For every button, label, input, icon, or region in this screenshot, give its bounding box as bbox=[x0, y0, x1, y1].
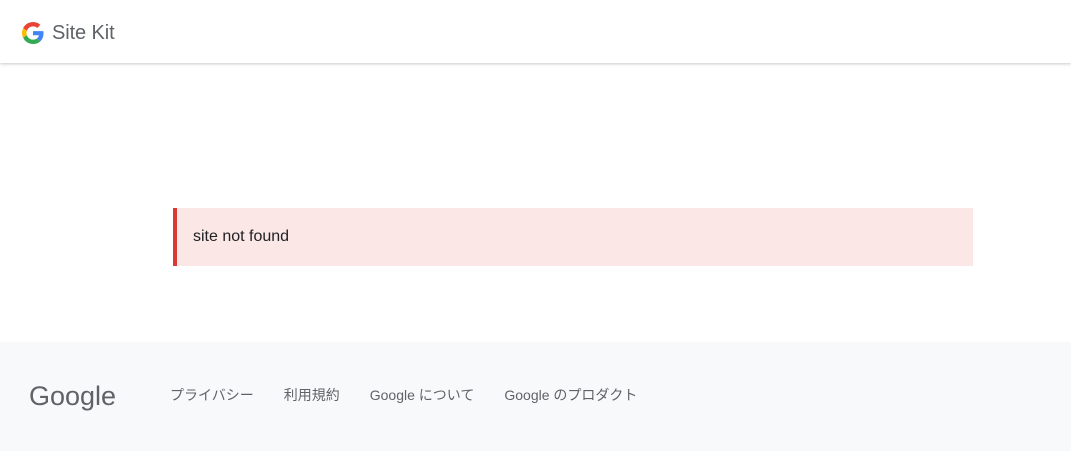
google-g-icon bbox=[22, 22, 44, 44]
main-content: site not found bbox=[0, 63, 1071, 342]
google-logo-link[interactable]: Google bbox=[29, 381, 119, 413]
site-kit-home-link[interactable]: Site Kit bbox=[22, 20, 115, 46]
footer-link-about-google[interactable]: Google について bbox=[370, 386, 475, 404]
footer-links: プライバシー 利用規約 Google について Google のプロダクト bbox=[170, 386, 667, 404]
footer-link-privacy[interactable]: プライバシー bbox=[170, 386, 254, 404]
footer-link-google-products[interactable]: Google のプロダクト bbox=[504, 386, 637, 404]
google-wordmark-logo: Google bbox=[29, 381, 116, 411]
error-notice: site not found bbox=[173, 208, 973, 266]
brand-name: Site Kit bbox=[52, 21, 115, 44]
google-wordmark-text: Google bbox=[29, 381, 116, 411]
page-footer: Google プライバシー 利用規約 Google について Google のプ… bbox=[0, 342, 1071, 451]
app-header: Site Kit bbox=[0, 0, 1071, 63]
error-message: site not found bbox=[193, 228, 290, 245]
footer-link-terms[interactable]: 利用規約 bbox=[284, 386, 340, 404]
